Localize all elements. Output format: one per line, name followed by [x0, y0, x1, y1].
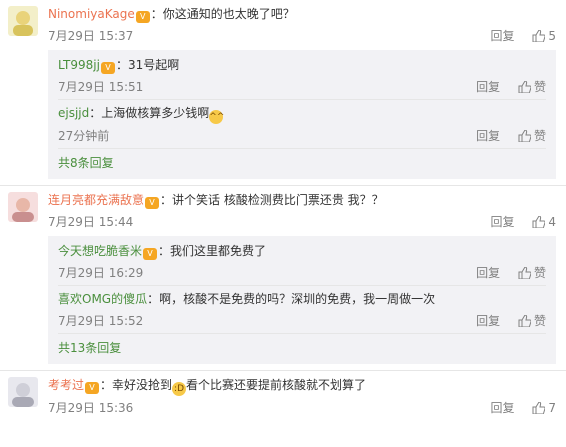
reply-text: ：31号起啊	[115, 58, 180, 72]
vip-badge-icon: V	[143, 248, 158, 260]
like-button[interactable]: 赞	[518, 129, 546, 143]
reply-list: LT998jj V ：31号起啊 7月29日 15:51 回复 赞 ejsjjd：上…	[48, 50, 556, 179]
thumb-up-icon	[532, 402, 546, 414]
reply-username[interactable]: 今天想吃脆香米	[58, 244, 142, 258]
reply-item: ejsjjd：上海做核算多少钱啊^^ 27分钟前 回复 赞	[58, 100, 546, 149]
reply-text: ：上海做核算多少钱啊	[89, 106, 210, 120]
like-count: 5	[548, 29, 556, 43]
more-replies-link[interactable]: 共13条回复	[58, 334, 546, 360]
like-count: 4	[548, 215, 556, 229]
reply-time: 27分钟前	[58, 129, 110, 143]
like-button[interactable]: 5	[532, 29, 556, 43]
reply-button[interactable]: 回复	[476, 266, 500, 280]
like-label: 赞	[533, 129, 546, 143]
comment: 连月亮都充满敌意 V ：讲个笑话 核酸检测费比门票还贵 我？？ 7月29日 15:4…	[0, 186, 566, 364]
comment: NinomiyaKage V ：你这通知的也太晚了吧？ 7月29日 15:37 回复…	[0, 0, 566, 179]
comment-time: 7月29日 15:37	[48, 29, 134, 43]
comment-time: 7月29日 15:44	[48, 215, 134, 229]
more-replies-link[interactable]: 共8条回复	[58, 149, 546, 175]
comment-username[interactable]: 连月亮都充满敌意	[48, 193, 144, 207]
comment-text: ：你这通知的也太晚了吧？	[150, 7, 295, 21]
thumb-up-icon	[518, 81, 531, 93]
comment: 考考过 V ：幸好没抢到:D 看个比赛还要提前核酸就不划算了 7月29日 15:36 …	[0, 371, 566, 420]
like-count: 7	[548, 401, 556, 415]
reply-item: LT998jj V ：31号起啊 7月29日 15:51 回复 赞	[58, 52, 546, 100]
comment-text: ：讲个笑话 核酸检测费比门票还贵 我？？	[160, 193, 384, 207]
comment-username[interactable]: 考考过	[48, 378, 84, 392]
vip-badge-icon: V	[85, 382, 100, 394]
like-button[interactable]: 赞	[518, 314, 546, 328]
avatar[interactable]	[8, 192, 38, 222]
reply-time: 7月29日 16:29	[58, 266, 144, 280]
reply-button[interactable]: 回复	[491, 215, 515, 229]
thumb-up-icon	[518, 267, 531, 279]
vip-badge-icon: V	[100, 62, 115, 74]
like-label: 赞	[533, 314, 546, 328]
like-button[interactable]: 4	[532, 215, 556, 229]
like-button[interactable]: 赞	[518, 80, 546, 94]
comment-text: ：幸好没抢到	[100, 378, 173, 392]
comment-text-continued: 看个比赛还要提前核酸就不划算了	[186, 378, 367, 392]
reply-text: ：我们这里都免费了	[158, 244, 267, 258]
thumb-up-icon	[518, 130, 531, 142]
reply-item: 喜欢OMG的傻瓜：啊，核酸不是免费的吗？深圳的免费，我一周做一次 7月29日 1…	[58, 286, 546, 334]
thumb-up-icon	[518, 315, 531, 327]
reply-username[interactable]: LT998jj	[58, 58, 100, 72]
reply-button[interactable]: 回复	[491, 401, 515, 415]
comment-time: 7月29日 15:36	[48, 401, 134, 415]
laugh-cry-emoji-icon: :D	[172, 382, 187, 396]
like-button[interactable]: 7	[532, 401, 556, 415]
thumb-up-icon	[532, 216, 546, 228]
reply-time: 7月29日 15:52	[58, 314, 144, 328]
like-button[interactable]: 赞	[518, 266, 546, 280]
thumb-up-icon	[532, 30, 546, 42]
reply-time: 7月29日 15:51	[58, 80, 144, 94]
like-label: 赞	[533, 80, 546, 94]
sweat-smile-emoji-icon: ^^	[209, 110, 225, 124]
comment-username[interactable]: NinomiyaKage	[48, 7, 135, 21]
reply-username[interactable]: 喜欢OMG的傻瓜	[58, 292, 147, 306]
vip-badge-icon: V	[145, 197, 160, 209]
reply-list: 今天想吃脆香米 V ：我们这里都免费了 7月29日 16:29 回复 赞 喜欢OMG…	[48, 236, 556, 364]
reply-text: ：啊，核酸不是免费的吗？深圳的免费，我一周做一次	[147, 292, 436, 306]
reply-button[interactable]: 回复	[476, 129, 500, 143]
reply-button[interactable]: 回复	[491, 29, 515, 43]
vip-badge-icon: V	[135, 11, 150, 23]
reply-button[interactable]: 回复	[476, 314, 500, 328]
like-label: 赞	[533, 266, 546, 280]
reply-username[interactable]: ejsjjd	[58, 106, 89, 120]
reply-button[interactable]: 回复	[476, 80, 500, 94]
avatar[interactable]	[8, 377, 38, 407]
reply-item: 今天想吃脆香米 V ：我们这里都免费了 7月29日 16:29 回复 赞	[58, 238, 546, 286]
avatar[interactable]	[8, 6, 38, 36]
